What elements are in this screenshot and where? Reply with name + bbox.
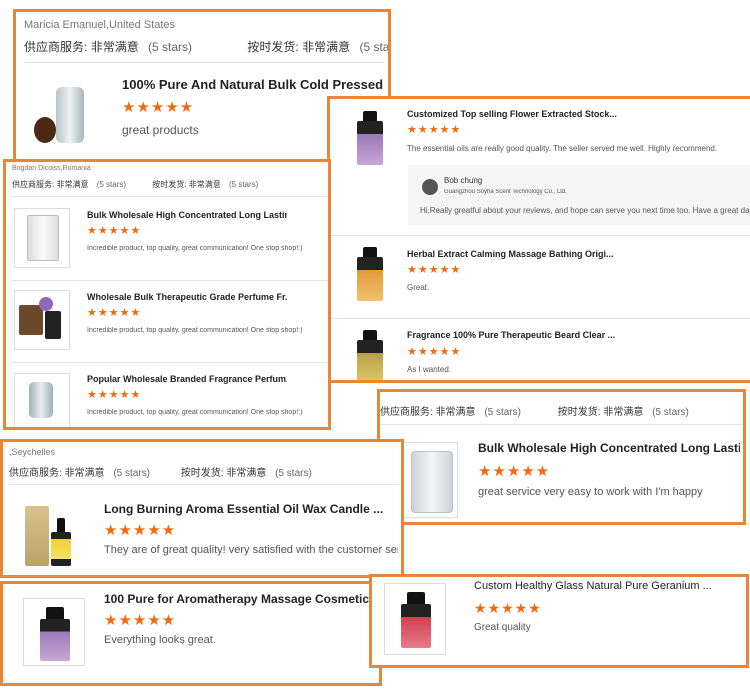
product-title-link[interactable]: Popular Wholesale Branded Fragrance Perf… [87, 374, 287, 384]
product-title-link[interactable]: Bulk Wholesale High Concentrated Long La… [478, 441, 740, 455]
bottle-image-icon [357, 257, 383, 301]
seed-image-icon [34, 117, 56, 143]
review-comment: great products [122, 123, 199, 137]
product-thumbnail[interactable] [23, 598, 85, 666]
seller-company: Guangzhou Soyha Scent Technology Co., Lt… [444, 189, 567, 195]
rating-summary: 供应商服务: 非常满意 (5 stars) 按时发货: 非常满意 (5 star… [380, 407, 689, 418]
product-title-link[interactable]: Fragrance 100% Pure Therapeutic Beard Cl… [407, 330, 737, 340]
avatar [422, 179, 438, 195]
star-rating: ★★★★★ [474, 600, 542, 616]
review-comment: Incredible product, top quality, great c… [87, 409, 303, 416]
bottle-image-icon [27, 215, 59, 261]
star-rating: ★★★★★ [407, 264, 462, 276]
bottle-image-icon [29, 382, 53, 418]
jerrycan-image-icon [411, 451, 453, 513]
product-thumbnail[interactable] [346, 245, 394, 305]
product-title-link[interactable]: Custom Healthy Glass Natural Pure Gerani… [474, 580, 744, 592]
seller-reply-text: Hi,Really greatful about your reviews, a… [420, 206, 750, 215]
review-card-7: Custom Healthy Glass Natural Pure Gerani… [369, 574, 749, 668]
bottle-cap-icon [46, 607, 64, 619]
product-title-link[interactable]: Long Burning Aroma Essential Oil Wax Can… [104, 502, 394, 516]
review-comment: great service very easy to work with I'm… [478, 486, 703, 498]
product-thumbnail[interactable] [14, 373, 70, 427]
seller-reply: Bob chung Guangzhou Soyha Scent Technolo… [408, 165, 750, 225]
star-rating: ★★★★★ [87, 389, 142, 401]
divider [380, 424, 743, 425]
review-comment: Incredible product, top quality, great c… [87, 327, 303, 334]
product-thumbnail[interactable] [402, 442, 458, 518]
bottle-cap-icon [407, 592, 425, 604]
product-thumbnail[interactable] [13, 502, 81, 570]
box-image-icon [19, 305, 43, 335]
product-title-link[interactable]: Customized Top selling Flower Extracted … [407, 109, 737, 119]
product-thumbnail[interactable] [26, 77, 104, 155]
divider [9, 484, 399, 485]
bottle-cap-icon [363, 330, 377, 340]
review-comment: Great. [407, 283, 430, 292]
rating-summary: 供应商服务: 非常满意 (5 stars) 按时发货: 非常满意 (5 star… [12, 180, 259, 189]
bottle-image-icon [357, 340, 383, 380]
product-thumbnail[interactable] [14, 208, 70, 268]
divider [12, 280, 328, 281]
star-rating: ★★★★★ [87, 307, 142, 319]
product-title-link[interactable]: 100% Pure And Natural Bulk Cold Pressed … [122, 77, 387, 92]
review-comment: Incredible product, top quality, great c… [87, 245, 303, 252]
bottle-cap-icon [363, 247, 377, 257]
rating-summary: 供应商服务: 非常满意 (5 stars) 按时发货: 非常满意 (5 star… [9, 468, 312, 479]
review-card-6: 100 Pure for Aromatherapy Massage Cosmet… [0, 581, 382, 686]
reviewer-name: Bogdan Dicoiss,Romania [12, 165, 91, 172]
review-comment: The essential oils are really good quali… [407, 144, 718, 153]
review-comment: Everything looks great. [104, 634, 216, 646]
bottle-image-icon [45, 311, 61, 339]
divider [330, 318, 750, 319]
bottle-image-icon [51, 532, 71, 566]
reviewer-name: Maricia Emanuel,United States [24, 19, 176, 31]
star-rating: ★★★★★ [122, 99, 195, 116]
product-title-link[interactable]: Wholesale Bulk Therapeutic Grade Perfume… [87, 292, 287, 302]
product-thumbnail[interactable] [346, 328, 394, 380]
bottle-image-icon [357, 121, 383, 165]
divider [330, 235, 750, 236]
review-card-5: ,Seychelles 供应商服务: 非常满意 (5 stars) 按时发货: … [0, 439, 404, 578]
review-comment: They are of great quality! very satisfie… [104, 544, 398, 556]
bottle-image-icon [56, 87, 84, 143]
star-rating: ★★★★★ [407, 124, 462, 136]
product-title-link[interactable]: Herbal Extract Calming Massage Bathing O… [407, 249, 737, 259]
bottle-image-icon [401, 604, 431, 648]
star-rating: ★★★★★ [104, 522, 177, 539]
product-title-link[interactable]: Bulk Wholesale High Concentrated Long La… [87, 210, 287, 220]
bottle-image-icon [40, 619, 70, 661]
product-thumbnail[interactable] [14, 290, 70, 350]
divider [12, 196, 328, 197]
product-thumbnail[interactable] [346, 109, 394, 169]
dropper-cap-icon [57, 518, 65, 532]
lavender-image-icon [39, 297, 53, 311]
rating-summary: 供应商服务: 非常满意 (5 stars) 按时发货: 非常满意 (5 star… [24, 40, 390, 54]
star-rating: ★★★★★ [87, 225, 142, 237]
product-title-link[interactable]: 100 Pure for Aromatherapy Massage Cosmet… [104, 592, 374, 606]
review-card-4: 供应商服务: 非常满意 (5 stars) 按时发货: 非常满意 (5 star… [377, 389, 746, 525]
star-rating: ★★★★★ [478, 463, 551, 480]
bottle-cap-icon [363, 111, 377, 121]
divider [24, 62, 384, 63]
product-thumbnail[interactable] [384, 583, 446, 655]
star-rating: ★★★★★ [407, 346, 462, 358]
seller-name: Bob chung [444, 176, 483, 185]
review-card-3: Bogdan Dicoiss,Romania 供应商服务: 非常满意 (5 st… [3, 159, 331, 430]
star-rating: ★★★★★ [104, 612, 177, 629]
divider [12, 362, 328, 363]
reviewer-name: ,Seychelles [9, 447, 56, 457]
review-comment: Great quality [474, 622, 531, 633]
review-comment: As I wanted. [407, 365, 452, 374]
box-image-icon [25, 506, 49, 566]
review-card-2: Customized Top selling Flower Extracted … [327, 96, 750, 383]
